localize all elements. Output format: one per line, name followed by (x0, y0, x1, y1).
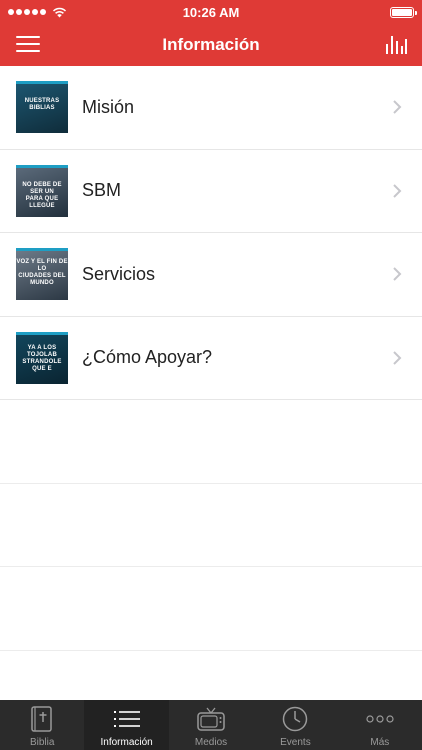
page-title: Información (162, 35, 260, 54)
list-item-mision[interactable]: NUESTRAS BIBLIAS Misión (0, 66, 422, 150)
tv-icon (197, 707, 225, 731)
info-list: NUESTRAS BIBLIAS Misión NO DEBE DE SER U… (0, 66, 422, 651)
thumbnail-image: YA A LOS TOJOLAB STRANDOLE QUE E (16, 331, 68, 384)
thumbnail-text: NUESTRAS BIBLIAS (24, 98, 60, 112)
chevron-right-icon (393, 100, 402, 114)
list-item-label: Servicios (82, 263, 156, 284)
wifi-icon (52, 7, 67, 17)
tab-events[interactable]: Events (253, 700, 337, 750)
bar-chart-icon[interactable] (384, 32, 408, 56)
list-icon (113, 711, 140, 727)
tab-medios[interactable]: Medios (169, 700, 253, 750)
tab-label: Más (370, 737, 390, 748)
list-item-como-apoyar[interactable]: YA A LOS TOJOLAB STRANDOLE QUE E ¿Cómo Ap… (0, 317, 422, 400)
thumbnail-image: VOZ Y EL FIN DE LO CIUDADES DEL MUNDO (16, 248, 68, 301)
signal-strength-icon (8, 9, 46, 15)
tab-label: Events (280, 737, 311, 748)
nav-bar: Información (0, 24, 422, 66)
hamburger-menu-icon[interactable] (16, 36, 40, 54)
tab-mas[interactable]: Más (338, 700, 422, 750)
thumbnail-text: YA A LOS TOJOLAB STRANDOLE QUE E (22, 344, 62, 372)
empty-row (0, 484, 422, 567)
tab-informacion[interactable]: Información (84, 700, 169, 750)
list-item-label: SBM (82, 180, 122, 201)
chevron-right-icon (393, 183, 402, 198)
thumbnail-image: NUESTRAS BIBLIAS (16, 81, 68, 134)
empty-row (0, 400, 422, 484)
thumbnail-image: NO DEBE DE SER UN PARA QUE LLEGUE (16, 164, 68, 217)
thumbnail-text: VOZ Y EL FIN DE LO CIUDADES DEL MUNDO (16, 259, 68, 287)
list-item-label: Misión (82, 96, 135, 117)
list-item-sbm[interactable]: NO DEBE DE SER UN PARA QUE LLEGUE SBM (0, 150, 422, 233)
battery-icon (390, 6, 417, 18)
status-bar: 10:26 AM (0, 0, 422, 24)
list-item-servicios[interactable]: VOZ Y EL FIN DE LO CIUDADES DEL MUNDO Ser… (0, 233, 422, 317)
chevron-right-icon (393, 350, 402, 365)
tab-label: Biblia (29, 737, 55, 748)
list-item-label: ¿Cómo Apoyar? (82, 347, 213, 368)
signal-group (8, 7, 67, 18)
tab-label: Medios (194, 737, 228, 748)
bible-icon (31, 706, 52, 732)
tab-biblia[interactable]: Biblia (0, 700, 84, 750)
thumbnail-text: NO DEBE DE SER UN PARA QUE LLEGUE (22, 181, 62, 209)
more-icon (366, 715, 394, 723)
chevron-right-icon (393, 267, 402, 281)
tab-bar: Biblia Información Medios Events Más (0, 700, 422, 750)
tab-label: Información (100, 737, 153, 748)
clock-icon (283, 706, 308, 732)
empty-row (0, 567, 422, 651)
